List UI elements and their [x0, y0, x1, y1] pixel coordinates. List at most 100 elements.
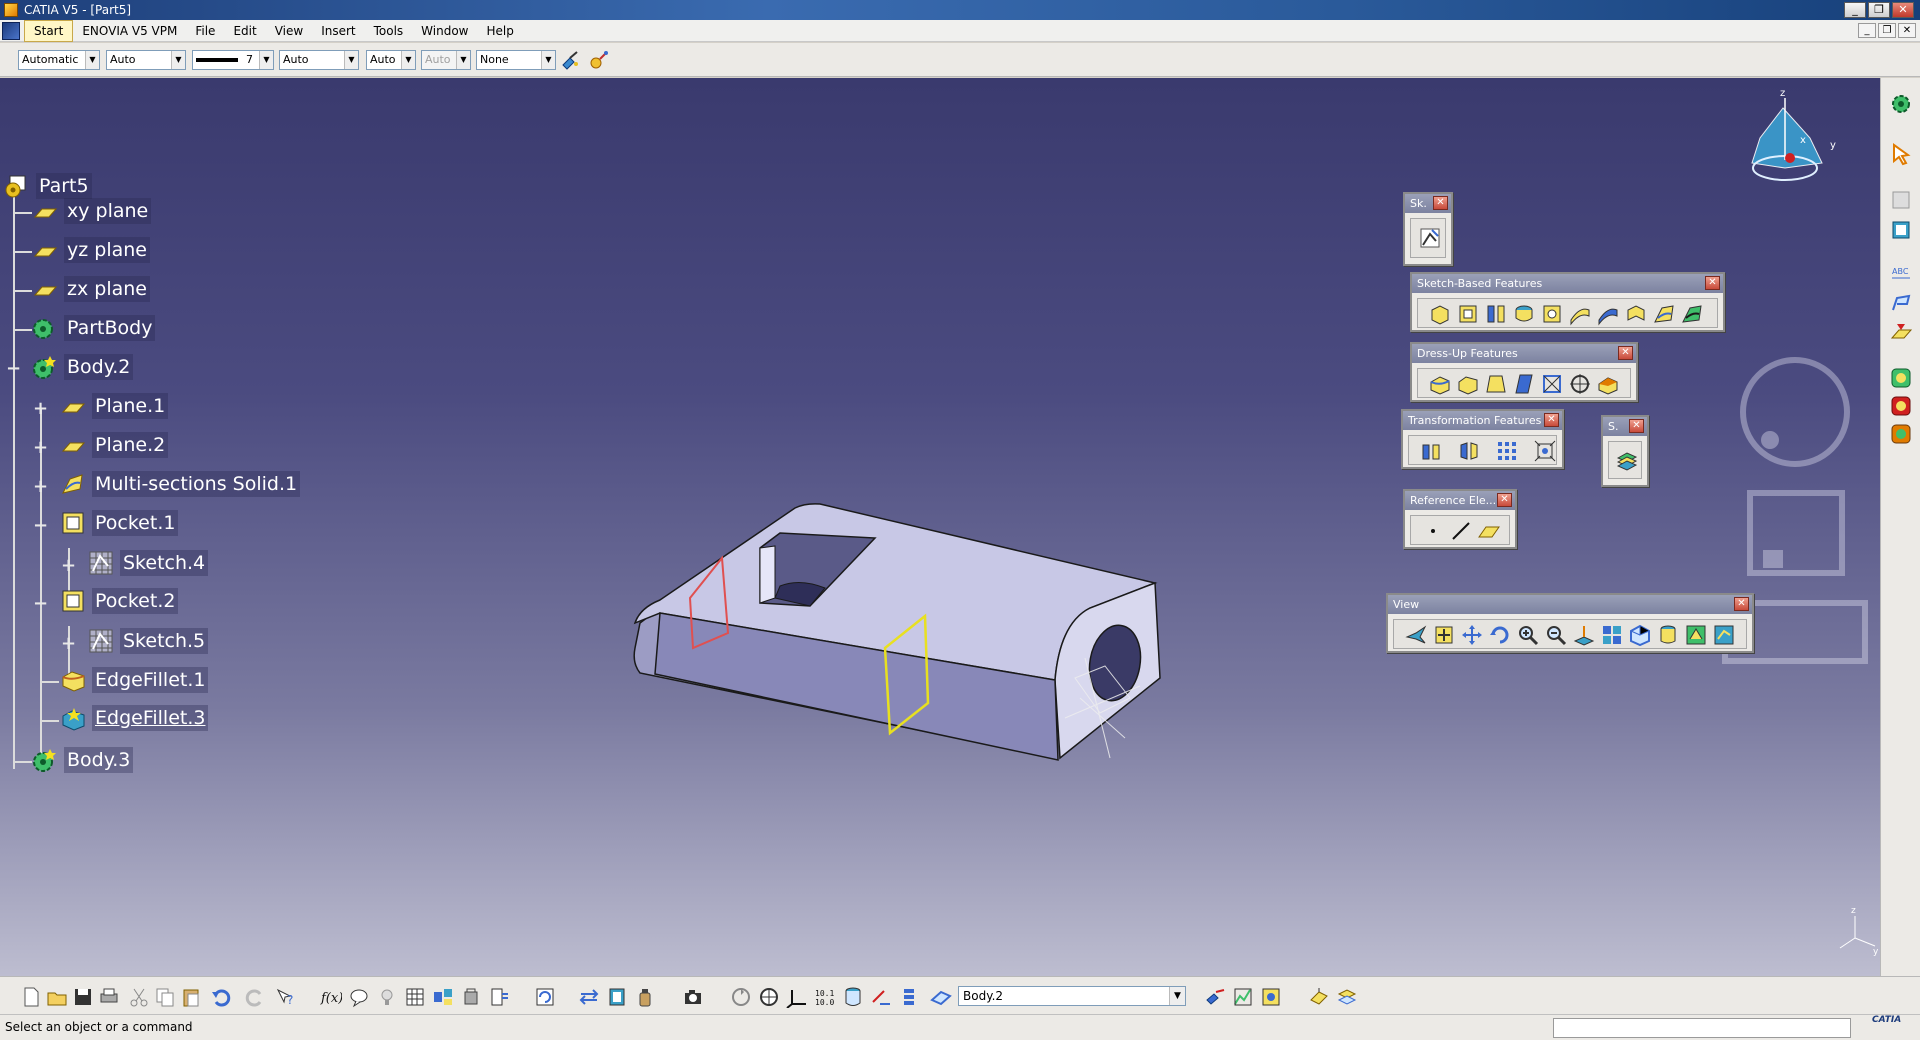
- body-gear-icon[interactable]: [30, 748, 56, 774]
- plane-icon[interactable]: [32, 238, 58, 264]
- fit-all-in-icon[interactable]: [1432, 623, 1456, 647]
- capture-camera-icon[interactable]: [682, 986, 704, 1008]
- menu-window[interactable]: Window: [412, 20, 477, 42]
- menu-edit[interactable]: Edit: [224, 20, 265, 42]
- close-icon[interactable]: ✕: [1497, 493, 1512, 507]
- close-button[interactable]: ✕: [1892, 2, 1914, 18]
- publication-icon[interactable]: [488, 986, 510, 1008]
- pocket-icon[interactable]: [60, 588, 86, 614]
- tree-item-xy-plane[interactable]: xy plane: [64, 198, 152, 224]
- knowledge-comment-icon[interactable]: [348, 986, 370, 1008]
- part-icon[interactable]: [3, 174, 29, 200]
- menu-enovia[interactable]: ENOVIA V5 VPM: [73, 20, 186, 42]
- thickness-icon[interactable]: [1540, 372, 1564, 396]
- new-file-icon[interactable]: [20, 986, 42, 1008]
- line-type-combo[interactable]: Auto ▼: [279, 50, 359, 70]
- rectangular-pattern-icon[interactable]: [1495, 439, 1519, 463]
- groove-icon[interactable]: [1512, 302, 1536, 326]
- expand-icon[interactable]: +: [33, 478, 48, 496]
- compass-icon[interactable]: x y z: [1751, 88, 1836, 181]
- pan-icon[interactable]: [1460, 623, 1484, 647]
- doc-close-button[interactable]: ✕: [1898, 23, 1916, 38]
- graphic-properties-wizard-icon[interactable]: [588, 49, 610, 71]
- cylinder-icon[interactable]: [842, 986, 864, 1008]
- rib-icon[interactable]: [1568, 302, 1592, 326]
- paste-icon[interactable]: [180, 986, 202, 1008]
- axis-system-icon[interactable]: [786, 986, 808, 1008]
- spin-icon[interactable]: [730, 986, 752, 1008]
- chamfer-icon[interactable]: [1456, 372, 1480, 396]
- gear-icon[interactable]: [1889, 92, 1913, 116]
- tools-palette-icon[interactable]: [1308, 986, 1330, 1008]
- flag-note-icon[interactable]: [1889, 290, 1913, 314]
- edge-fillet-icon[interactable]: [60, 667, 86, 693]
- update-icon[interactable]: [534, 986, 556, 1008]
- tree-item-sketch-4[interactable]: Sketch.4: [120, 550, 209, 576]
- bottle-icon[interactable]: [634, 986, 656, 1008]
- draft-icon[interactable]: [1484, 372, 1508, 396]
- deviation-analysis-icon[interactable]: [1260, 986, 1282, 1008]
- edge-fillet-icon[interactable]: [60, 706, 86, 732]
- stack-layers-icon[interactable]: [898, 986, 920, 1008]
- hide-show-icon[interactable]: [1684, 623, 1708, 647]
- painter-icon[interactable]: [560, 49, 582, 71]
- close-icon[interactable]: ✕: [1544, 413, 1559, 427]
- power-input-field[interactable]: [1553, 1018, 1851, 1038]
- slot-icon[interactable]: [1596, 302, 1620, 326]
- menu-help[interactable]: Help: [478, 20, 523, 42]
- close-icon[interactable]: ✕: [1734, 597, 1749, 611]
- reference-elements-toolbar[interactable]: Reference Ele... ✕: [1403, 489, 1517, 549]
- analysis-icon[interactable]: [1232, 986, 1254, 1008]
- text-annotation-icon[interactable]: ABC: [1889, 260, 1913, 284]
- remove-face-icon[interactable]: [1596, 372, 1620, 396]
- apply-material-icon[interactable]: [1889, 218, 1913, 242]
- plane-icon[interactable]: [60, 394, 86, 420]
- render-style-combo[interactable]: Auto ▼: [421, 50, 471, 70]
- tree-item-body-3[interactable]: Body.3: [64, 747, 134, 773]
- tree-item-zx-plane[interactable]: zx plane: [64, 276, 150, 302]
- dress-up-features-toolbar[interactable]: Dress-Up Features ✕: [1410, 342, 1638, 402]
- collapse-icon[interactable]: −: [6, 360, 21, 378]
- annotation-plane-icon[interactable]: [1889, 320, 1913, 344]
- catalog-icon[interactable]: [606, 986, 628, 1008]
- design-table-icon[interactable]: [404, 986, 426, 1008]
- collapse-icon[interactable]: −: [33, 517, 48, 535]
- fly-mode-icon[interactable]: [1404, 623, 1428, 647]
- sketcher-toolbar[interactable]: Sk. ✕: [1403, 192, 1453, 266]
- sketch-grid-icon[interactable]: [88, 550, 114, 576]
- normal-view-icon[interactable]: [1572, 623, 1596, 647]
- start-logo-icon[interactable]: [2, 22, 20, 40]
- shading-icon[interactable]: [1656, 623, 1680, 647]
- shaft-icon[interactable]: [1484, 302, 1508, 326]
- hammer-icon[interactable]: [1204, 986, 1226, 1008]
- line-weight-combo[interactable]: 7 ▼: [192, 50, 274, 70]
- cut-icon[interactable]: [128, 986, 150, 1008]
- mirror-icon[interactable]: [1457, 439, 1481, 463]
- surface-based-toolbar[interactable]: S. ✕: [1601, 415, 1649, 487]
- redo-icon[interactable]: [244, 986, 266, 1008]
- tree-item-plane-1[interactable]: Plane.1: [92, 393, 169, 419]
- close-icon[interactable]: ✕: [1629, 419, 1644, 433]
- isometric-view-icon[interactable]: [1628, 623, 1652, 647]
- plane-icon[interactable]: [32, 277, 58, 303]
- expand-icon[interactable]: +: [33, 439, 48, 457]
- multi-view-icon[interactable]: [1600, 623, 1624, 647]
- print-icon[interactable]: [98, 986, 120, 1008]
- part-solid[interactable]: [633, 503, 1161, 761]
- doc-minimize-button[interactable]: _: [1858, 23, 1876, 38]
- lightbulb-icon[interactable]: [376, 986, 398, 1008]
- plane-icon[interactable]: [60, 433, 86, 459]
- transparency-combo[interactable]: Auto ▼: [106, 50, 186, 70]
- plane-icon[interactable]: [32, 199, 58, 225]
- point-icon[interactable]: [1421, 519, 1445, 543]
- instantiate-icon[interactable]: [460, 986, 482, 1008]
- point-symbol-combo[interactable]: Auto ▼: [366, 50, 416, 70]
- catalog-browser-icon[interactable]: [432, 986, 454, 1008]
- doc-restore-button[interactable]: ❐: [1878, 23, 1896, 38]
- part-3d-view[interactable]: x y z z y: [0, 78, 1880, 976]
- multi-sections-solid-icon[interactable]: [1652, 302, 1676, 326]
- plane-icon[interactable]: [1477, 519, 1501, 543]
- tree-item-edgefillet-1[interactable]: EdgeFillet.1: [92, 667, 209, 693]
- layer-combo[interactable]: None ▼: [476, 50, 556, 70]
- body-gear-icon[interactable]: [30, 355, 56, 381]
